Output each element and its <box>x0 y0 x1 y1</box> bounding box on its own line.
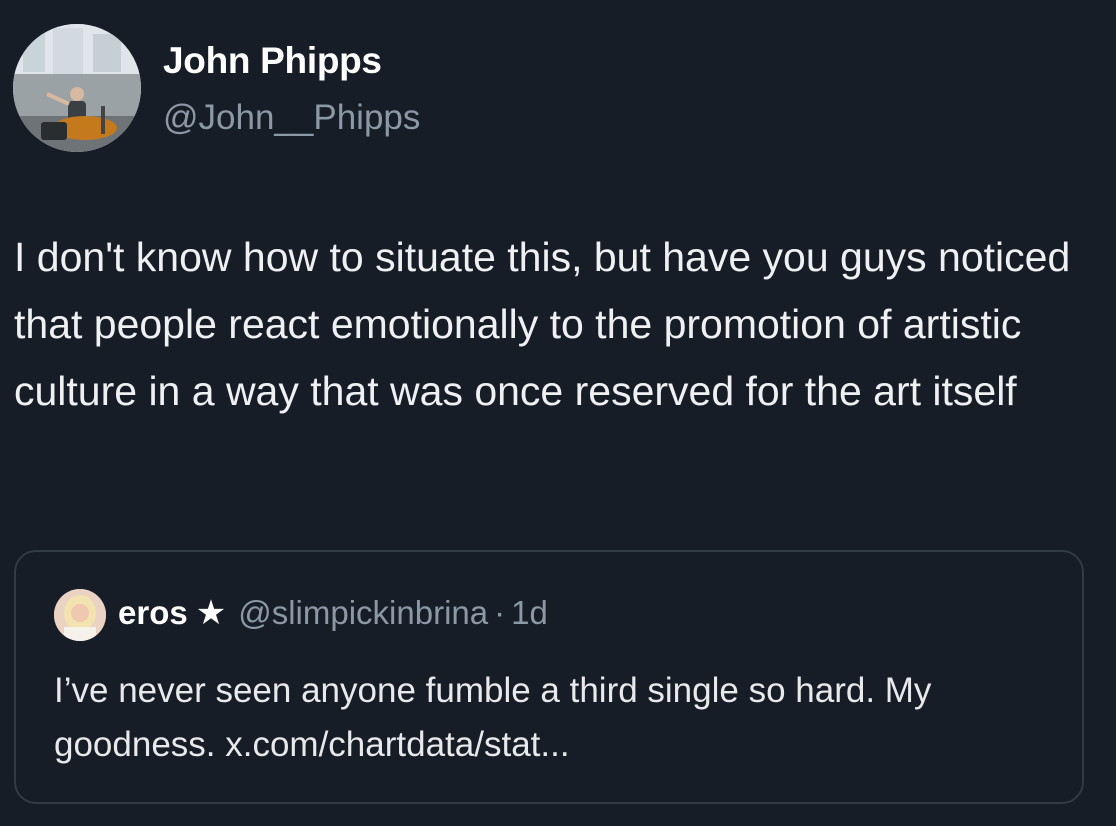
quote-avatar-image <box>54 589 106 641</box>
tweet-text: I don't know how to situate this, but ha… <box>14 234 1071 414</box>
quote-author-avatar[interactable] <box>54 589 106 641</box>
star-icon: ★ <box>195 594 227 632</box>
tweet[interactable]: John Phipps @John__Phipps I don't know h… <box>0 0 1116 826</box>
quote-tweet-card[interactable]: eros ★ @slimpickinbrina · 1d I’ve never … <box>14 550 1084 804</box>
header-separator: · <box>494 594 506 631</box>
quote-author-handle[interactable]: @slimpickinbrina <box>238 594 488 632</box>
quote-timestamp[interactable]: 1d <box>511 594 548 632</box>
author-name[interactable]: John Phipps <box>163 40 382 82</box>
quote-text: I’ve never seen anyone fumble a third si… <box>54 671 932 764</box>
quote-author-name[interactable]: eros <box>118 594 188 632</box>
author-avatar[interactable] <box>13 24 141 152</box>
author-avatar-image <box>13 24 141 152</box>
quote-header: eros ★ @slimpickinbrina · 1d <box>118 594 548 632</box>
author-handle[interactable]: @John__Phipps <box>163 98 420 138</box>
